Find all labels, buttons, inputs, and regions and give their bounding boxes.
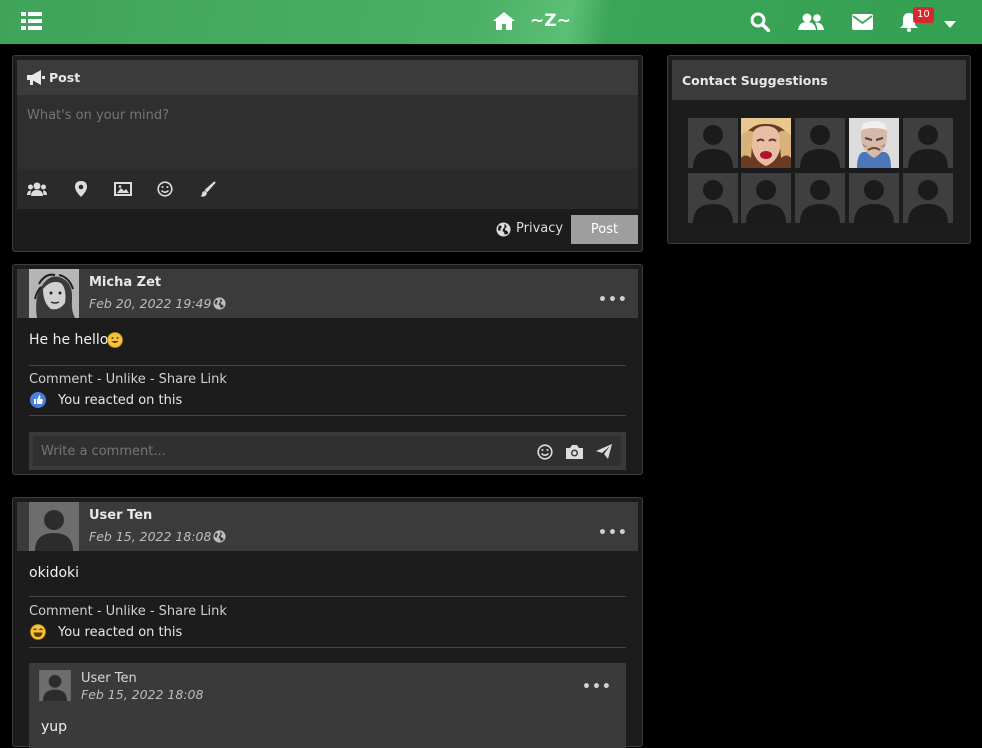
suggested-contact-avatar[interactable] bbox=[903, 118, 953, 168]
reaction-text: You reacted on this bbox=[58, 625, 183, 640]
comment-author[interactable]: User Ten bbox=[81, 671, 137, 686]
globe-icon bbox=[213, 530, 226, 543]
suggested-contact-avatar[interactable] bbox=[795, 118, 845, 168]
caret-down-icon[interactable] bbox=[944, 21, 956, 29]
suggested-contact-avatar[interactable] bbox=[795, 173, 845, 223]
like-reaction-icon bbox=[30, 392, 46, 408]
mail-icon[interactable] bbox=[852, 14, 873, 30]
divider bbox=[29, 596, 626, 597]
suggested-contact-avatar[interactable] bbox=[741, 118, 791, 168]
contact-suggestions-title: Contact Suggestions bbox=[682, 73, 828, 88]
suggested-contact-avatar[interactable] bbox=[741, 173, 791, 223]
post-actions-links[interactable]: Comment - Unlike - Share Link bbox=[29, 604, 227, 619]
brand-title[interactable]: ~Z~ bbox=[530, 11, 571, 31]
comment-body: yup bbox=[41, 719, 68, 735]
megaphone-icon bbox=[27, 70, 45, 85]
suggested-contact-avatar[interactable] bbox=[688, 173, 738, 223]
notification-count-badge: 10 bbox=[913, 7, 934, 23]
post-author[interactable]: User Ten bbox=[89, 508, 152, 523]
composer-title: Post bbox=[49, 70, 81, 85]
emoji-icon[interactable] bbox=[537, 444, 553, 460]
post-body: okidoki bbox=[29, 565, 80, 581]
privacy-selector[interactable]: Privacy bbox=[516, 221, 563, 236]
suggested-contact-avatar[interactable] bbox=[688, 118, 738, 168]
contacts-icon[interactable] bbox=[798, 13, 824, 31]
top-navbar: ~Z~ 10 bbox=[0, 0, 982, 44]
contact-suggestions-panel: Contact Suggestions bbox=[667, 55, 971, 244]
divider bbox=[29, 365, 626, 366]
search-icon[interactable] bbox=[750, 12, 770, 32]
suggested-contact-avatar[interactable] bbox=[849, 118, 899, 168]
avatar[interactable] bbox=[29, 269, 79, 318]
composer-toolbar bbox=[17, 169, 638, 209]
divider bbox=[29, 647, 626, 648]
submit-post-button[interactable]: Post bbox=[571, 215, 638, 244]
comment-item: User Ten Feb 15, 2022 18:08 ••• yup bbox=[29, 663, 626, 748]
post-options-icon[interactable]: ••• bbox=[598, 292, 628, 308]
emoji-icon[interactable] bbox=[157, 181, 173, 197]
post-body: He he hello bbox=[29, 332, 109, 348]
post-options-icon[interactable]: ••• bbox=[598, 525, 628, 541]
composer-header: Post bbox=[17, 60, 638, 95]
composer-textarea-wrapper bbox=[17, 95, 638, 169]
send-icon[interactable] bbox=[596, 444, 612, 459]
reaction-text: You reacted on this bbox=[58, 393, 183, 408]
post-date[interactable]: Feb 15, 2022 18:08 - bbox=[89, 529, 220, 544]
laugh-reaction-icon bbox=[30, 624, 46, 640]
group-icon[interactable] bbox=[27, 181, 47, 197]
smile-emoji-icon bbox=[107, 332, 123, 348]
avatar[interactable] bbox=[39, 670, 71, 701]
divider bbox=[29, 415, 626, 416]
post-card: User Ten Feb 15, 2022 18:08 - ••• okidok… bbox=[12, 497, 643, 748]
menu-grid-icon[interactable] bbox=[21, 12, 42, 31]
post-author[interactable]: Micha Zet bbox=[89, 275, 161, 290]
home-icon[interactable] bbox=[492, 11, 516, 31]
comment-date[interactable]: Feb 15, 2022 18:08 bbox=[81, 687, 203, 702]
post-composer: Post Privacy Post bbox=[12, 55, 643, 252]
post-date[interactable]: Feb 20, 2022 19:49 - bbox=[89, 296, 220, 311]
post-actions-links[interactable]: Comment - Unlike - Share Link bbox=[29, 372, 227, 387]
post-textarea[interactable] bbox=[17, 95, 638, 169]
avatar[interactable] bbox=[29, 502, 79, 551]
contact-suggestions-header: Contact Suggestions bbox=[672, 60, 966, 100]
comment-input[interactable] bbox=[33, 436, 621, 466]
brush-icon[interactable] bbox=[200, 181, 216, 197]
globe-icon bbox=[213, 297, 226, 310]
comment-options-icon[interactable]: ••• bbox=[582, 679, 612, 695]
suggested-contact-avatar[interactable] bbox=[903, 173, 953, 223]
camera-icon[interactable] bbox=[566, 445, 583, 459]
comment-composer bbox=[29, 432, 626, 470]
suggested-contact-avatar[interactable] bbox=[849, 173, 899, 223]
post-card: Micha Zet Feb 20, 2022 19:49 - ••• He he… bbox=[12, 264, 643, 475]
location-pin-icon[interactable] bbox=[75, 181, 87, 197]
image-icon[interactable] bbox=[114, 181, 132, 197]
globe-icon[interactable] bbox=[496, 222, 511, 237]
